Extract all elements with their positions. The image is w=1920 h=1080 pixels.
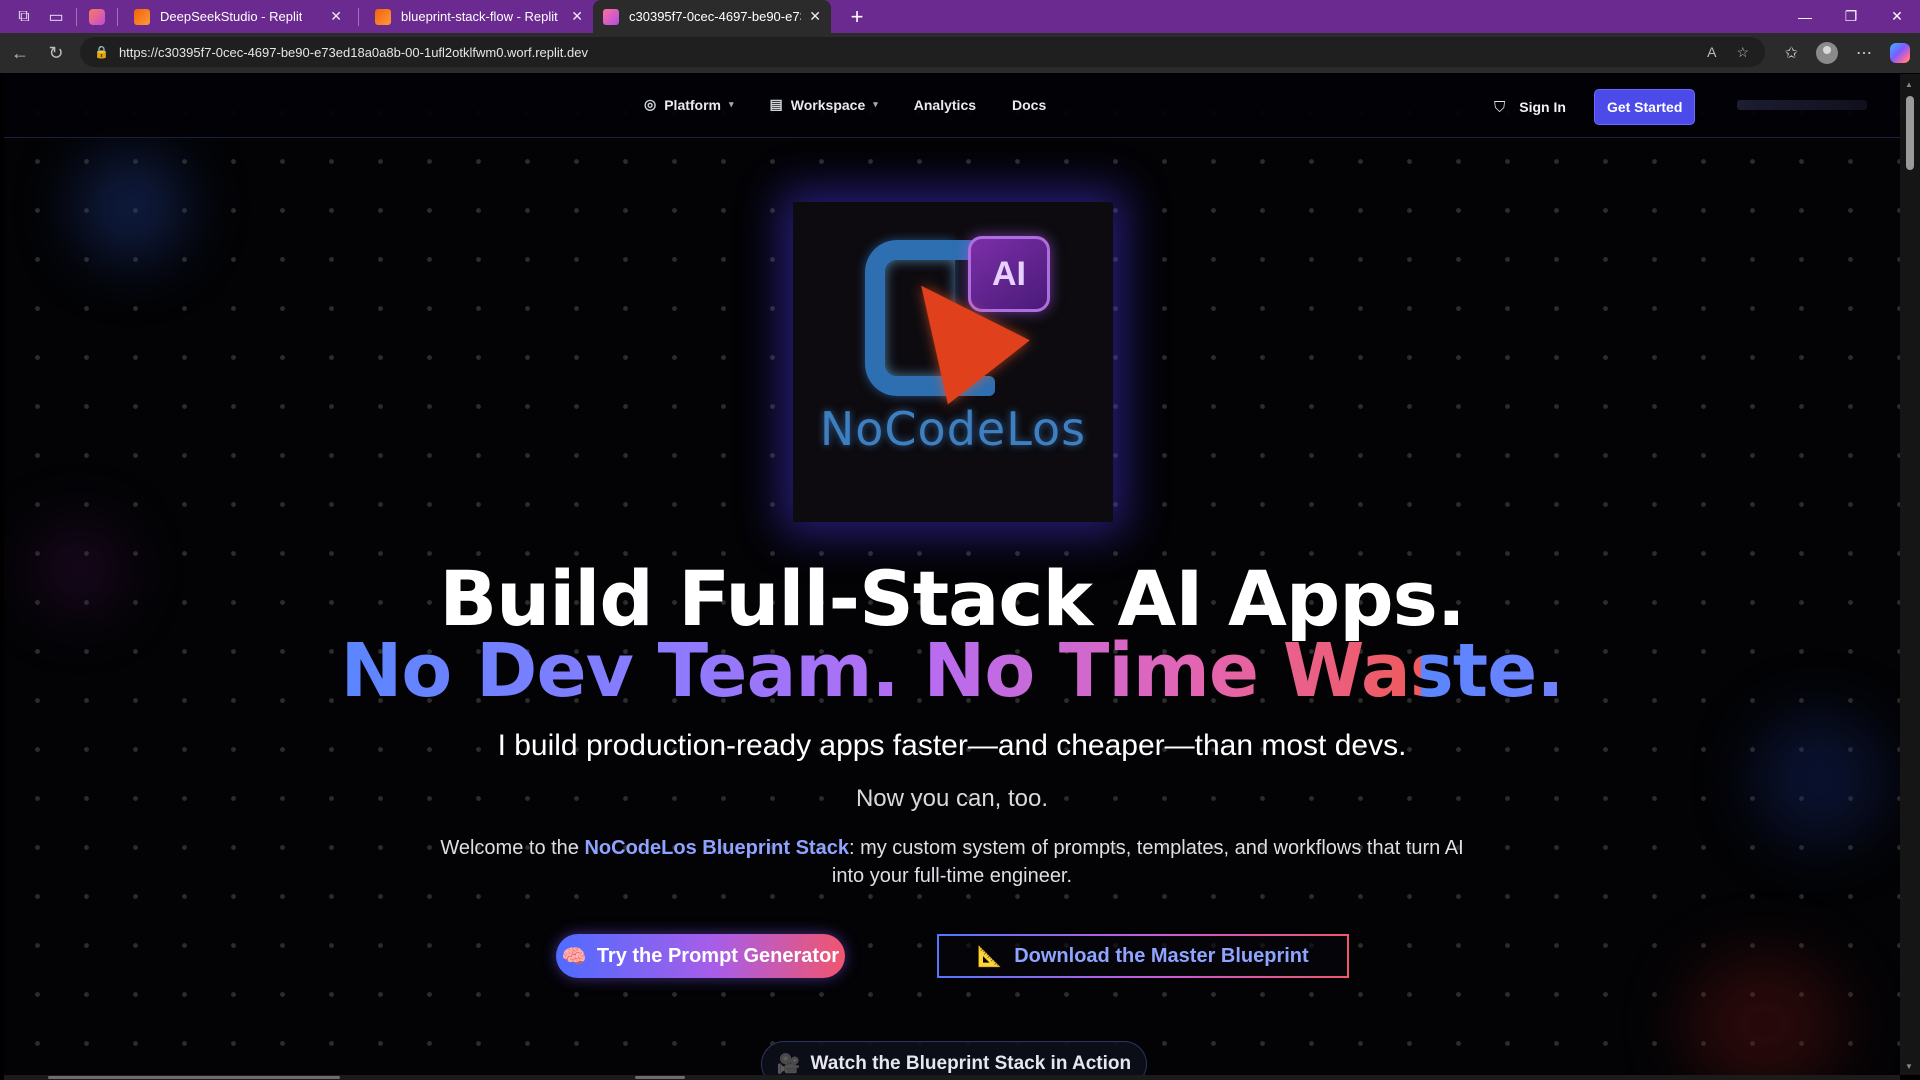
- nocodelos-logo: AI NoCodeLos: [793, 202, 1113, 522]
- triangle-ruler-icon: 📐: [977, 945, 1003, 968]
- lock-icon[interactable]: 🔒: [94, 45, 109, 59]
- scrollbar-thumb[interactable]: [635, 1076, 685, 1079]
- profile-icon[interactable]: [1816, 42, 1838, 64]
- chevron-down-icon: ▾: [873, 99, 878, 109]
- scrollbar-thumb[interactable]: [48, 1076, 340, 1079]
- more-icon[interactable]: ⋯: [1856, 43, 1872, 63]
- download-blueprint-label: Download the Master Blueprint: [1014, 944, 1309, 967]
- close-icon[interactable]: ✕: [322, 8, 342, 25]
- new-tab-icon[interactable]: +: [843, 4, 871, 30]
- shield-icon[interactable]: ⛉: [1494, 99, 1505, 116]
- watch-video-button[interactable]: 🎥 Watch the Blueprint Stack in Action: [761, 1041, 1147, 1075]
- get-started-button[interactable]: Get Started: [1593, 89, 1696, 125]
- replit-icon: [375, 8, 391, 25]
- workspaces-icon[interactable]: ⧉: [10, 3, 38, 31]
- back-icon[interactable]: ←: [2, 37, 38, 69]
- nav-workspace-label: Workspace: [790, 96, 866, 113]
- scrollbar-thumb[interactable]: [1906, 96, 1914, 170]
- brain-icon: 🧠: [561, 945, 587, 968]
- vertical-scrollbar[interactable]: ▲ ▼: [1900, 74, 1920, 1075]
- hero-headline-line2: No Dev Team. No Time Waste.: [4, 629, 1900, 713]
- scroll-down-icon[interactable]: ▼: [1905, 1062, 1913, 1071]
- para-prefix: Welcome to the: [440, 837, 585, 859]
- close-icon[interactable]: ✕: [801, 8, 821, 25]
- watch-video-label: Watch the Blueprint Stack in Action: [810, 1053, 1132, 1074]
- read-aloud-icon[interactable]: A: [1707, 44, 1716, 61]
- window-controls: — ❐ ✕: [1782, 0, 1920, 33]
- replit-icon: [134, 8, 150, 25]
- faded-header-element: [1737, 100, 1867, 110]
- site-header: ◎ Platform ▾ ▤ Workspace ▾ Analytics Doc…: [4, 74, 1900, 138]
- blueprint-stack-highlight: NoCodeLos Blueprint Stack: [584, 837, 849, 859]
- restore-icon[interactable]: ❐: [1828, 0, 1874, 33]
- favorites-icon[interactable]: ✩: [1785, 43, 1798, 63]
- tab-title: DeepSeekStudio - Replit: [160, 9, 303, 24]
- close-window-icon[interactable]: ✕: [1874, 0, 1920, 33]
- download-blueprint-button[interactable]: 📐 Download the Master Blueprint: [937, 934, 1349, 978]
- main-nav: ◎ Platform ▾ ▤ Workspace ▾ Analytics Doc…: [644, 96, 1046, 113]
- browser-toolbar: ← ↻ 🔒 https://c30395f7-0cec-4697-be90-e7…: [0, 33, 1920, 73]
- logo-wordmark: NoCodeLos: [819, 402, 1087, 456]
- horizontal-scrollbar[interactable]: [4, 1075, 1900, 1080]
- close-icon[interactable]: ✕: [563, 8, 583, 25]
- nav-platform[interactable]: ◎ Platform ▾: [644, 96, 734, 113]
- pinned-tab-icon[interactable]: [83, 3, 111, 31]
- tab-deepseekstudio[interactable]: DeepSeekStudio - Replit ✕: [124, 0, 352, 33]
- copilot-icon[interactable]: [1890, 43, 1910, 63]
- nav-analytics[interactable]: Analytics: [914, 97, 976, 113]
- favorite-icon[interactable]: ☆: [1736, 44, 1749, 61]
- tab-blueprint-stack-flow[interactable]: blueprint-stack-flow - Replit ✕: [365, 0, 593, 33]
- divider: [358, 7, 359, 26]
- tab-active-app[interactable]: c30395f7-0cec-4697-be90-e73ed ✕: [593, 0, 831, 33]
- para-suffix: : my custom system of prompts, templates…: [831, 837, 1464, 887]
- logo-ai-text: AI: [992, 254, 1026, 293]
- nav-workspace[interactable]: ▤ Workspace ▾: [770, 96, 878, 113]
- minimize-icon[interactable]: —: [1782, 0, 1828, 33]
- divider: [76, 7, 77, 26]
- chevron-down-icon: ▾: [729, 99, 734, 109]
- platform-icon: ◎: [644, 96, 657, 112]
- hero-headline-gradient-text: No Dev Team. No Time Waste.: [340, 628, 1565, 714]
- sign-in-link[interactable]: Sign In: [1519, 99, 1566, 115]
- background-glow: [1684, 954, 1844, 1075]
- hero-subheadline: I build production-ready apps faster—and…: [497, 729, 1407, 762]
- tab-actions-icon[interactable]: ▭: [42, 3, 70, 31]
- header-actions: ⛉ Sign In Get Started: [1494, 89, 1696, 125]
- refresh-icon[interactable]: ↻: [38, 37, 74, 69]
- address-bar-actions: A ☆: [1707, 44, 1765, 61]
- background-glow: [76, 152, 186, 262]
- hero-tagline: Now you can, too.: [855, 785, 1049, 812]
- video-camera-icon: 🎥: [776, 1054, 801, 1075]
- tab-title: blueprint-stack-flow - Replit: [401, 9, 558, 24]
- url-text: https://c30395f7-0cec-4697-be90-e73ed18a…: [118, 44, 588, 60]
- document-icon: ▤: [769, 96, 783, 112]
- nav-docs[interactable]: Docs: [1012, 97, 1046, 113]
- nav-platform-label: Platform: [664, 96, 722, 113]
- page-viewport: ◎ Platform ▾ ▤ Workspace ▾ Analytics Doc…: [4, 74, 1900, 1075]
- scroll-up-icon[interactable]: ▲: [1905, 80, 1913, 89]
- toolbar-right: ✩ ⋯: [1785, 37, 1910, 69]
- tab-title: c30395f7-0cec-4697-be90-e73ed: [629, 9, 801, 24]
- try-prompt-generator-label: Try the Prompt Generator: [596, 944, 840, 967]
- browser-tabbar: ⧉ ▭ DeepSeekStudio - Replit ✕ blueprint-…: [0, 0, 1920, 33]
- hero-description: Welcome to the NoCodeLos Blueprint Stack…: [424, 834, 1480, 890]
- app-favicon-icon: [603, 8, 619, 25]
- address-bar[interactable]: 🔒 https://c30395f7-0cec-4697-be90-e73ed1…: [80, 37, 1765, 67]
- try-prompt-generator-button[interactable]: 🧠 Try the Prompt Generator: [556, 934, 845, 978]
- divider: [117, 7, 118, 26]
